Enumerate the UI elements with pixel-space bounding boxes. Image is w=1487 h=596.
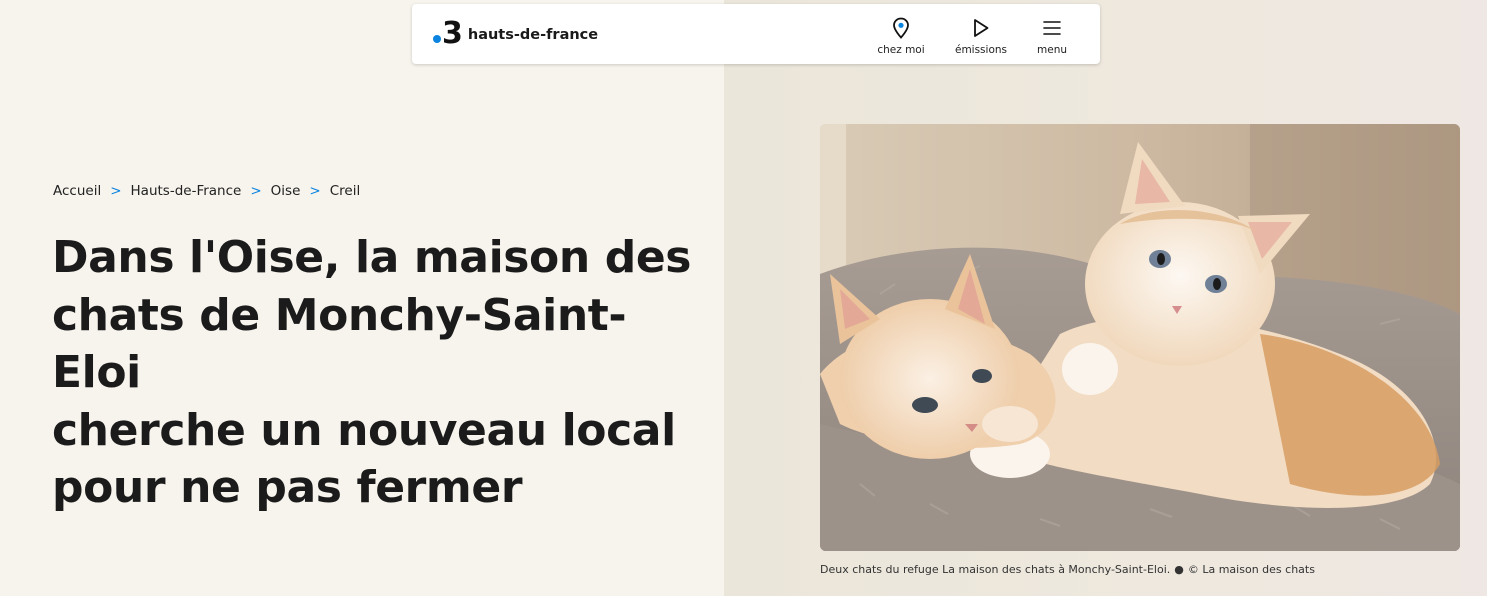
logo-region-name: hauts-de-france (467, 27, 599, 43)
site-header: 3 hauts-de-france chez moi émissions men… (412, 4, 1100, 64)
breadcrumb-item-creil[interactable]: Creil (330, 183, 361, 199)
nav-chez-moi-label: chez moi (877, 44, 925, 56)
site-logo[interactable]: 3 hauts-de-france (433, 18, 598, 50)
nav-emissions-button[interactable]: émissions (949, 16, 1013, 56)
location-pin-icon (893, 17, 909, 39)
breadcrumb-item-accueil[interactable]: Accueil (53, 183, 101, 199)
breadcrumb-separator: > (110, 183, 122, 199)
breadcrumb: Accueil > Hauts-de-France > Oise > Creil (53, 183, 360, 199)
article-title-line: pour ne pas fermer (52, 462, 523, 513)
kittens-photo-illustration (820, 124, 1460, 551)
nav-menu-button[interactable]: menu (1020, 16, 1084, 56)
article-title-line: chats de Monchy-Saint-Eloi (52, 289, 627, 399)
photo-caption-text: Deux chats du refuge La maison des chats… (820, 563, 1171, 576)
hamburger-icon (1043, 21, 1061, 35)
breadcrumb-separator: > (309, 183, 321, 199)
play-icon (974, 19, 989, 37)
photo-caption: Deux chats du refuge La maison des chats… (820, 563, 1460, 576)
breadcrumb-item-oise[interactable]: Oise (271, 183, 301, 199)
article-title-line: Dans l'Oise, la maison des (52, 232, 692, 283)
logo-number: 3 (442, 16, 463, 51)
breadcrumb-item-hauts-de-france[interactable]: Hauts-de-France (131, 183, 242, 199)
logo-dot-icon (433, 34, 441, 43)
article-title-line: cherche un nouveau local (52, 404, 676, 456)
nav-chez-moi-button[interactable]: chez moi (869, 16, 933, 56)
caption-separator-dot: ● (1174, 563, 1184, 576)
article-title: Dans l'Oise, la maison des chats de Monc… (52, 229, 712, 517)
article-photo (820, 124, 1460, 551)
nav-emissions-label: émissions (954, 44, 1007, 56)
breadcrumb-separator: > (250, 183, 262, 199)
nav-menu-label: menu (1037, 44, 1067, 56)
photo-credit: © La maison des chats (1187, 563, 1315, 576)
